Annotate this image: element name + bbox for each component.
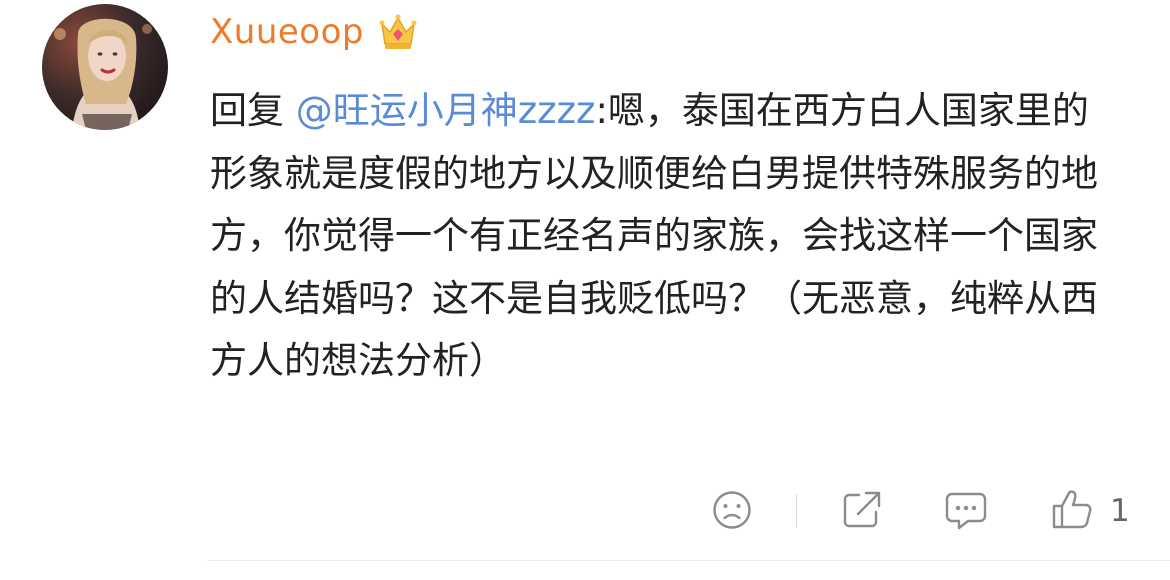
reply-prefix: 回复 [210, 89, 284, 132]
reply-button[interactable] [944, 490, 988, 532]
comment-body: :嗯，泰国在西方白人国家里的形象就是度假的地方以及顺便给白男提供特殊服务的地方，… [210, 89, 1098, 382]
like-count: 1 [1110, 493, 1130, 529]
mention-link[interactable]: @旺运小月神zzzz [296, 89, 596, 132]
avatar-photo [42, 4, 168, 130]
username[interactable]: Xuueoop [210, 12, 364, 52]
frown-face-icon [713, 491, 751, 529]
like-button[interactable] [1050, 487, 1094, 531]
divider [796, 494, 797, 528]
dislike-button[interactable] [711, 489, 753, 531]
share-icon [843, 491, 881, 528]
avatar[interactable] [42, 4, 168, 130]
crown-icon [376, 10, 420, 54]
comment-text: 回复 @旺运小月神zzzz:嗯，泰国在西方白人国家里的形象就是度假的地方以及顺便… [210, 80, 1115, 393]
comment-header: Xuueoop [210, 8, 420, 56]
thumbs-up-icon [1052, 490, 1092, 529]
share-button[interactable] [841, 490, 883, 530]
comment-bubble-icon [945, 492, 987, 530]
divider [207, 560, 1170, 561]
